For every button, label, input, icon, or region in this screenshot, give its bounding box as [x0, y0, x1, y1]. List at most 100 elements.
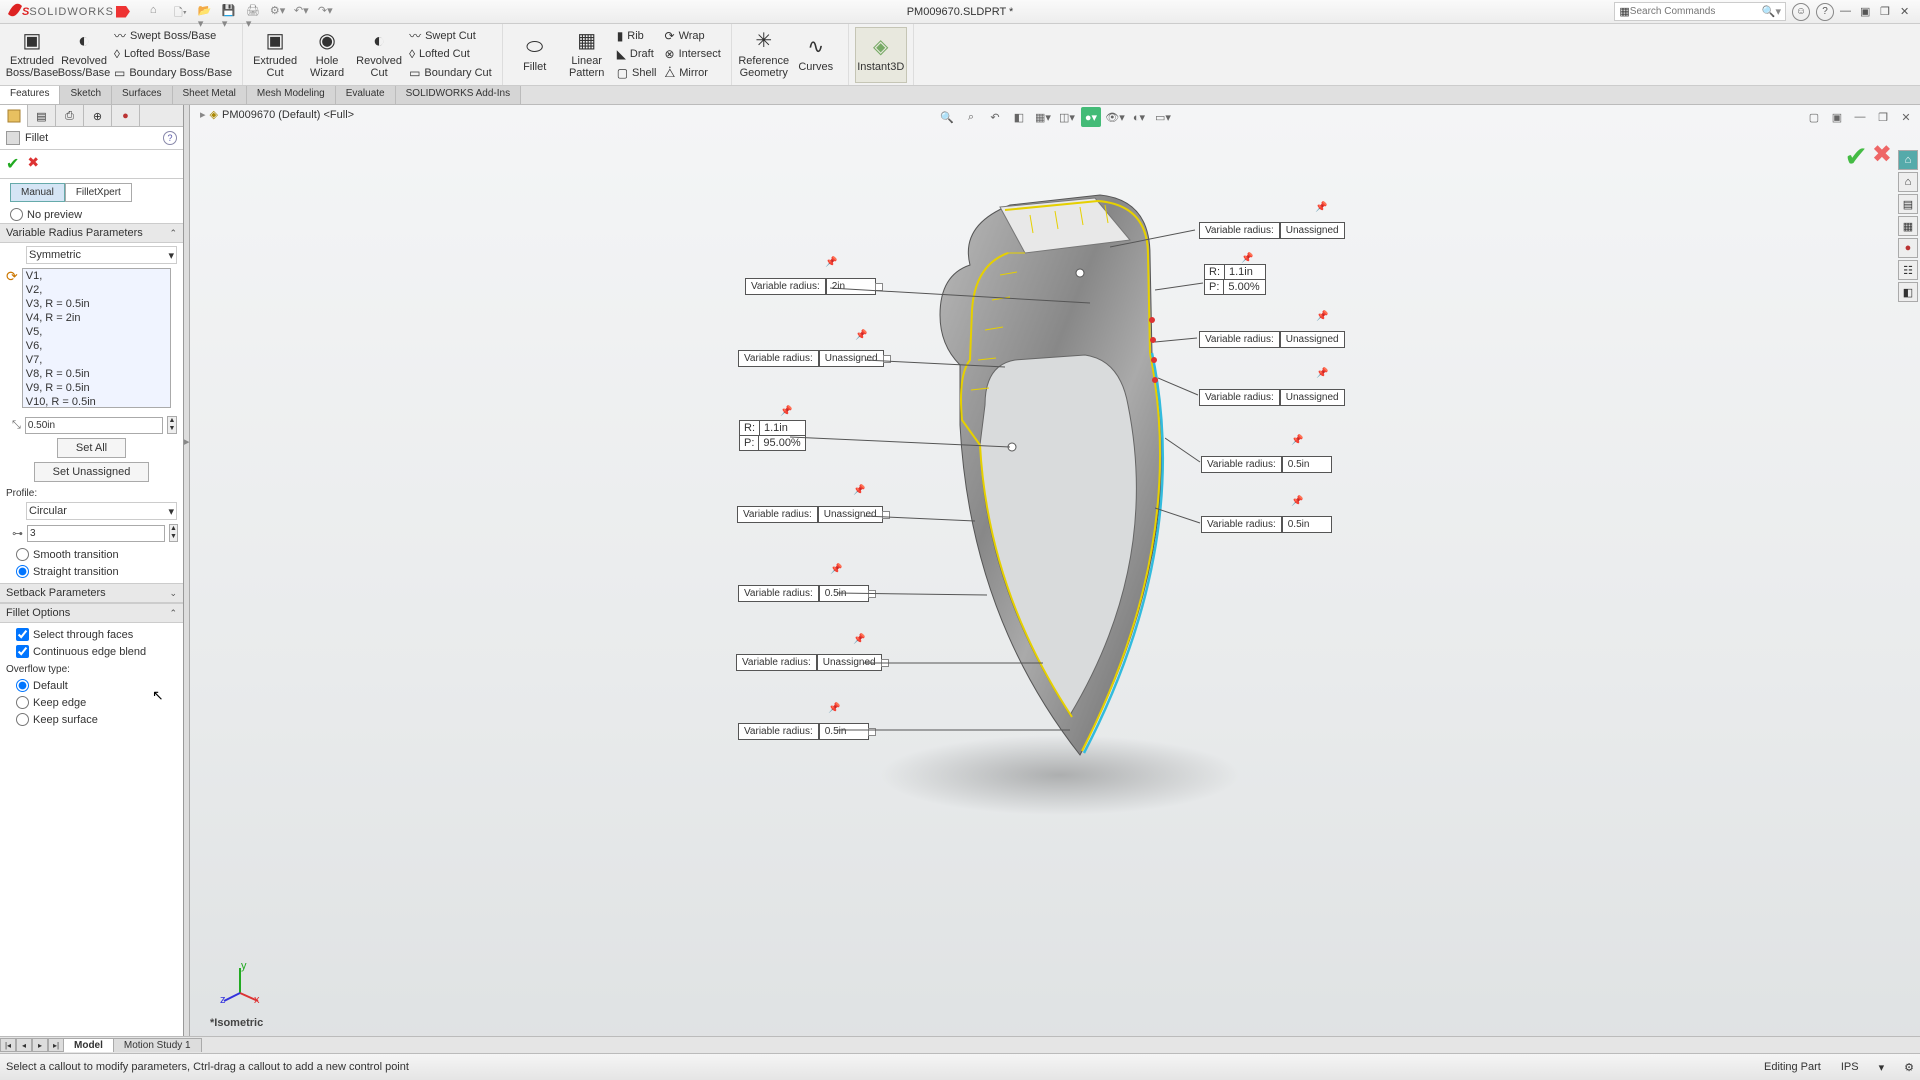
- pin-icon[interactable]: 📌: [825, 257, 837, 268]
- tab-features[interactable]: Features: [0, 86, 60, 104]
- section-setback[interactable]: Setback Parameters⌄: [0, 583, 183, 603]
- tab-sheet-metal[interactable]: Sheet Metal: [173, 86, 247, 104]
- section-view-icon[interactable]: ◧: [1009, 107, 1029, 127]
- overflow-default-radio[interactable]: [16, 679, 29, 692]
- search-commands-input[interactable]: [1630, 6, 1762, 17]
- overflow-keep-edge-radio[interactable]: [16, 696, 29, 709]
- breadcrumb-text[interactable]: PM009670 (Default) <Full>: [222, 109, 354, 121]
- status-gear-icon[interactable]: ⚙: [1904, 1061, 1914, 1074]
- search-commands-box[interactable]: ▦ 🔍▾: [1614, 2, 1786, 21]
- gear-icon[interactable]: ⚙▾: [270, 4, 286, 20]
- pm-tab-dim[interactable]: ⊕: [84, 105, 112, 127]
- tab-mesh-modeling[interactable]: Mesh Modeling: [247, 86, 336, 104]
- revolved-boss-button[interactable]: ◐Revolved Boss/Base: [58, 27, 110, 83]
- extruded-cut-button[interactable]: ▣Extruded Cut: [249, 27, 301, 83]
- vp-close-icon[interactable]: ✕: [1896, 107, 1916, 127]
- smooth-transition-radio[interactable]: [16, 548, 29, 561]
- pm-tab-feature-tree[interactable]: [0, 105, 28, 127]
- home-icon[interactable]: ⌂: [150, 4, 166, 20]
- side-forum-icon[interactable]: ◧: [1898, 282, 1918, 302]
- pin-icon[interactable]: 📌: [1316, 368, 1328, 379]
- pin-icon[interactable]: 📌: [828, 703, 840, 714]
- new-icon[interactable]: 🗋▾: [174, 4, 190, 20]
- no-preview-radio[interactable]: [10, 208, 23, 221]
- section-fillet-options[interactable]: Fillet Options⌃: [0, 603, 183, 623]
- curves-button[interactable]: ∿Curves: [790, 27, 842, 83]
- tab-nav-next[interactable]: ▸: [32, 1038, 48, 1052]
- ok-button[interactable]: ✔: [6, 154, 19, 174]
- vertex-list-item[interactable]: V8, R = 0.5in: [23, 367, 170, 381]
- swept-cut-button[interactable]: 〰Swept Cut: [405, 27, 496, 45]
- zoom-fit-icon[interactable]: 🔍: [937, 107, 957, 127]
- vp-span-icon[interactable]: —: [1850, 107, 1870, 127]
- side-view-palette-icon[interactable]: ▦: [1898, 216, 1918, 236]
- help-icon[interactable]: ?: [1816, 3, 1834, 21]
- appearance-icon[interactable]: ◐▾: [1129, 107, 1149, 127]
- pin-icon[interactable]: 📌: [830, 564, 842, 575]
- tab-sketch[interactable]: Sketch: [60, 86, 112, 104]
- overflow-keep-surface-radio[interactable]: [16, 713, 29, 726]
- swept-boss-button[interactable]: 〰Swept Boss/Base: [110, 27, 236, 45]
- pm-tab-appearance[interactable]: ●: [112, 105, 140, 127]
- pin-icon[interactable]: 📌: [855, 330, 867, 341]
- side-custom-icon[interactable]: ☷: [1898, 260, 1918, 280]
- linear-pattern-button[interactable]: ▦Linear Pattern: [561, 27, 613, 83]
- instant3d-button[interactable]: ◈Instant3D: [855, 27, 907, 83]
- pin-icon[interactable]: 📌: [853, 485, 865, 496]
- pm-tab-config[interactable]: ⎙: [56, 105, 84, 127]
- intersect-button[interactable]: ⊗Intersect: [661, 45, 725, 63]
- pin-icon[interactable]: 📌: [1315, 202, 1327, 213]
- vertex-list-item[interactable]: V9, R = 0.5in: [23, 381, 170, 395]
- vertex-list[interactable]: V1,V2,V3, R = 0.5inV4, R = 2inV5,V6,V7,V…: [22, 268, 171, 408]
- vertex-list-item[interactable]: V1,: [23, 269, 170, 283]
- boundary-cut-button[interactable]: ▭Boundary Cut: [405, 64, 496, 82]
- vp-min-icon[interactable]: ▢: [1804, 107, 1824, 127]
- vertex-list-item[interactable]: V10, R = 0.5in: [23, 395, 170, 408]
- side-design-lib-icon[interactable]: ⌂: [1898, 172, 1918, 192]
- pin-icon[interactable]: 📌: [1241, 253, 1253, 264]
- set-all-button[interactable]: Set All: [57, 438, 126, 458]
- tab-nav-first[interactable]: |◂: [0, 1038, 16, 1052]
- vertex-list-item[interactable]: V3, R = 0.5in: [23, 297, 170, 311]
- pm-help-icon[interactable]: ?: [163, 131, 177, 145]
- render-icon[interactable]: ▭▾: [1153, 107, 1173, 127]
- boundary-boss-button[interactable]: ▭Boundary Boss/Base: [110, 64, 236, 82]
- callout-vr-r2[interactable]: Variable radius: Unassigned: [1199, 331, 1345, 348]
- mode-tab-filletxpert[interactable]: FilletXpert: [65, 183, 132, 202]
- pin-icon[interactable]: 📌: [1291, 435, 1303, 446]
- lofted-cut-button[interactable]: ◊Lofted Cut: [405, 45, 496, 63]
- bottom-tab-motion-study[interactable]: Motion Study 1: [114, 1038, 202, 1052]
- viewport[interactable]: ▸ ◈ PM009670 (Default) <Full> 🔍 ⌕ ↶ ◧ ▦▾…: [190, 105, 1920, 1053]
- fillet-button[interactable]: ⬭Fillet: [509, 27, 561, 83]
- mode-tab-manual[interactable]: Manual: [10, 183, 65, 202]
- user-icon[interactable]: ☺: [1792, 3, 1810, 21]
- view-triad[interactable]: y x z: [220, 963, 260, 1003]
- vp-rest-icon[interactable]: ❐: [1873, 107, 1893, 127]
- side-appearance-icon[interactable]: ●: [1898, 238, 1918, 258]
- pin-icon[interactable]: 📌: [1291, 496, 1303, 507]
- status-units[interactable]: IPS: [1841, 1061, 1859, 1073]
- pin-icon[interactable]: 📌: [853, 634, 865, 645]
- instances-input[interactable]: [27, 525, 165, 542]
- tab-evaluate[interactable]: Evaluate: [336, 86, 396, 104]
- continuous-edge-checkbox[interactable]: [16, 645, 29, 658]
- rib-button[interactable]: ▮Rib: [613, 27, 661, 45]
- radius-spinner[interactable]: ▲▼: [167, 416, 177, 434]
- instances-spinner[interactable]: ▲▼: [169, 524, 178, 542]
- section-variable-radius[interactable]: Variable Radius Parameters⌃: [0, 223, 183, 243]
- draft-button[interactable]: ◣Draft: [613, 45, 661, 63]
- vertex-list-item[interactable]: V2,: [23, 283, 170, 297]
- zoom-area-icon[interactable]: ⌕: [961, 107, 981, 127]
- close-icon[interactable]: ✕: [1900, 5, 1914, 19]
- callout-rp-2[interactable]: R:1.1in P:5.00%: [1204, 264, 1266, 295]
- vertex-list-item[interactable]: V6,: [23, 339, 170, 353]
- vp-max-icon[interactable]: ▣: [1827, 107, 1847, 127]
- bottom-tab-model[interactable]: Model: [64, 1038, 114, 1052]
- set-unassigned-button[interactable]: Set Unassigned: [34, 462, 150, 482]
- display-style-icon[interactable]: ◫▾: [1057, 107, 1077, 127]
- vertex-list-item[interactable]: V4, R = 2in: [23, 311, 170, 325]
- confirm-cancel-icon[interactable]: ✖: [1872, 140, 1892, 173]
- callout-vr-r3[interactable]: Variable radius: Unassigned: [1199, 389, 1345, 406]
- tab-nav-last[interactable]: ▸|: [48, 1038, 64, 1052]
- radius-input[interactable]: [25, 417, 163, 434]
